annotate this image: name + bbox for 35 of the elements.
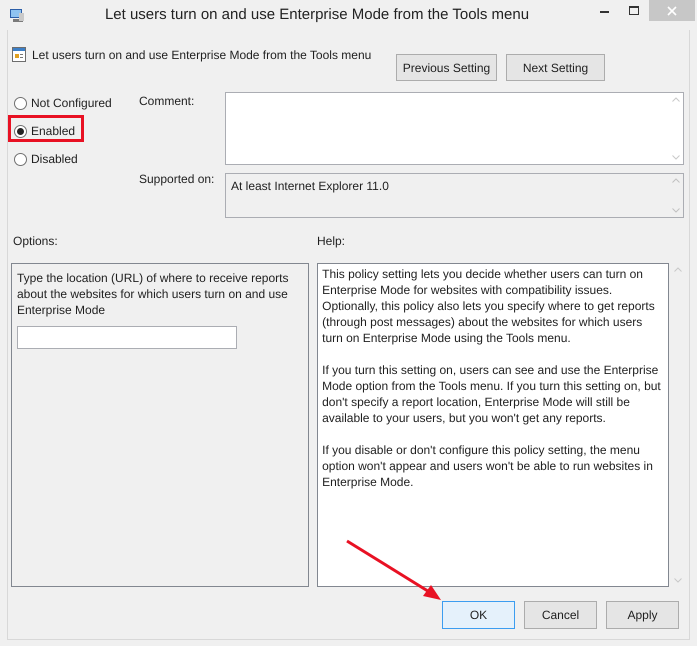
help-paragraph: If you disable or don't configure this policy setting, the menu option won't appear and users won't be able to run websites in Enterprise Mode. [322,442,654,490]
help-label: Help: [317,234,346,248]
scroll-up-icon[interactable] [672,97,680,102]
scroll-down-icon[interactable] [674,578,682,583]
app-icon [9,7,25,23]
comment-field[interactable] [225,92,684,165]
url-field[interactable] [17,326,237,349]
next-setting-button[interactable]: Next Setting [506,54,605,81]
close-icon [667,6,677,16]
radio-label: Enabled [31,123,76,140]
maximize-icon [629,6,639,14]
scroll-down-icon[interactable] [672,155,680,160]
policy-icon [12,47,26,62]
apply-button[interactable]: Apply [606,601,679,629]
window-title: Let users turn on and use Enterprise Mode from the Tools menu [104,4,530,25]
radio-label: Disabled [31,151,78,168]
supported-on-value: At least Internet Explorer 11.0 [231,179,389,193]
scroll-up-icon[interactable] [672,178,680,183]
scroll-up-icon[interactable] [674,267,682,272]
ok-button[interactable]: OK [442,601,515,629]
previous-setting-button[interactable]: Previous Setting [396,54,497,81]
radio-label: Not Configured [31,95,112,112]
help-paragraph: This policy setting lets you decide whether users can turn on Enterprise Mode for websites with compatibility issues. Optionally, this policy also lets you specify where to get reports (through post messages) about the websites for which users turn on Enterprise Mode using the Tools menu. [322,266,656,346]
radio-button[interactable] [14,152,27,166]
cancel-button[interactable]: Cancel [524,601,597,629]
scroll-down-icon[interactable] [672,208,680,213]
minimize-icon [600,11,608,13]
radio-button[interactable] [14,124,27,138]
options-label: Options: [13,234,58,248]
policy-name: Let users turn on and use Enterprise Mode from the Tools menu [32,47,372,64]
help-paragraph: If you turn this setting on, users can see and use the Enterprise Mode option from the Tools menu. If you turn this setting on, but don't specify a report location, Enterprise Mode will still be available to your users, but you won't get any reports. [322,362,662,426]
options-description: Type the location (URL) of where to receive reports about the websites for which users turn on and use Enterprise Mode [17,270,290,318]
supported-on-label: Supported on: [139,171,216,188]
comment-label: Comment: [139,93,196,110]
radio-button[interactable] [14,96,27,110]
